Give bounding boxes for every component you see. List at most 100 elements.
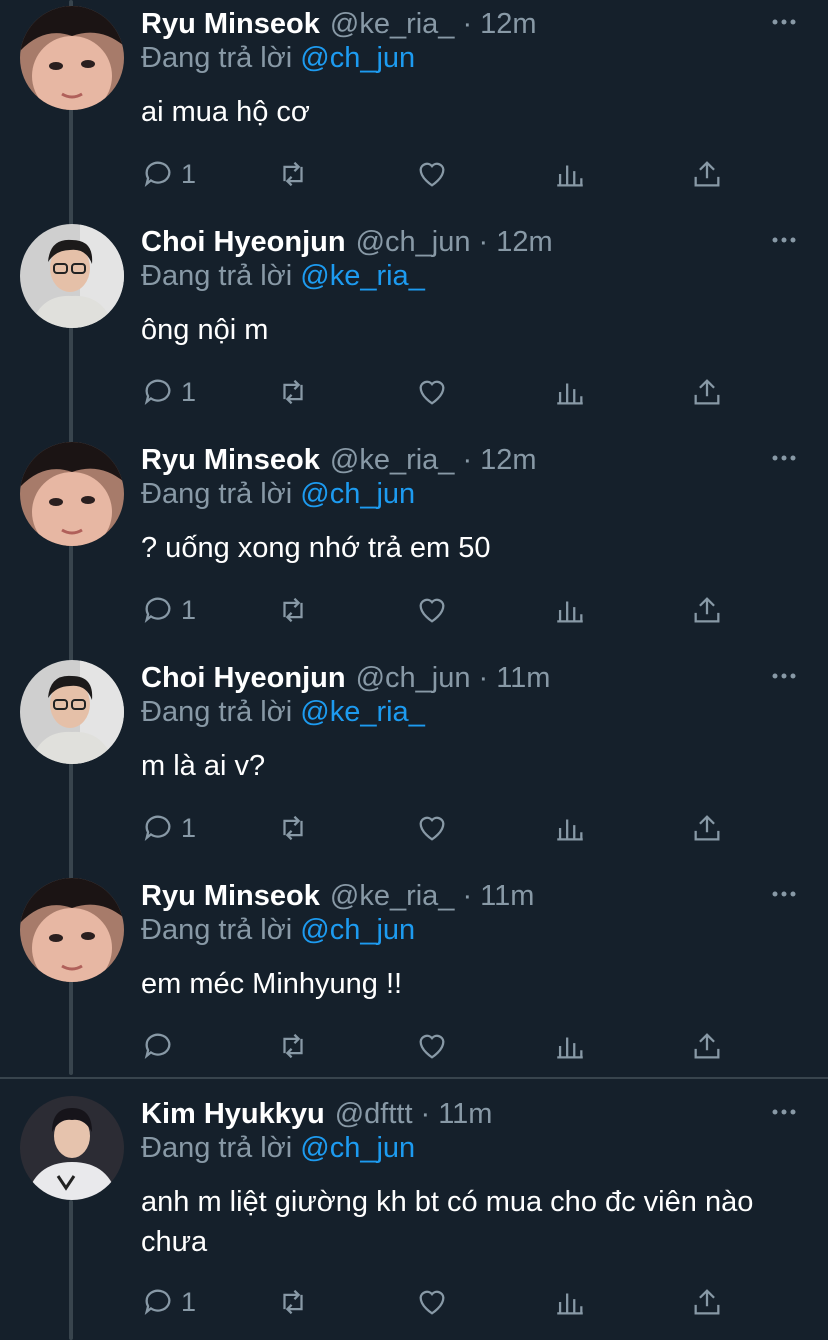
timestamp[interactable]: 12m [480, 8, 536, 41]
tweet[interactable]: Kim Hyukkyu @dfttt · 11m Đang trả lời @c… [0, 1090, 828, 1340]
display-name[interactable]: Ryu Minseok [141, 880, 320, 913]
reply-count: 1 [181, 1286, 197, 1317]
handle[interactable]: @ke_ria_ [330, 444, 455, 477]
like-button[interactable] [415, 590, 449, 630]
retweet-button[interactable] [276, 372, 310, 412]
avatar[interactable] [20, 224, 124, 328]
mention-link[interactable]: @ke_ria_ [300, 260, 425, 292]
like-button[interactable] [415, 808, 449, 848]
replying-to-label: Đang trả lời [141, 260, 293, 292]
handle[interactable]: @ke_ria_ [330, 880, 455, 913]
tweet[interactable]: Choi Hyeonjun @ch_jun · 12m Đang trả lời… [0, 218, 828, 428]
reply-count: 1 [181, 376, 197, 407]
share-button[interactable] [690, 590, 724, 630]
more-options-icon[interactable] [770, 444, 798, 472]
like-button[interactable] [415, 1026, 449, 1066]
display-name[interactable]: Choi Hyeonjun [141, 226, 346, 259]
tweet[interactable]: Ryu Minseok @ke_ria_ · 12m Đang trả lời … [0, 436, 828, 646]
retweet-button[interactable] [276, 154, 310, 194]
reply-button[interactable]: 1 [141, 1282, 196, 1322]
analytics-icon [557, 1293, 583, 1315]
display-name[interactable]: Choi Hyeonjun [141, 662, 346, 695]
tweet[interactable]: Ryu Minseok @ke_ria_ · 11m Đang trả lời … [0, 872, 828, 1082]
tweet-actions: 1 [141, 1282, 741, 1322]
retweet-icon [283, 161, 303, 187]
analytics-button[interactable] [553, 372, 587, 412]
tweet-actions: 1 [141, 372, 741, 412]
mention-link[interactable]: @ch_jun [300, 1132, 415, 1164]
timestamp[interactable]: 12m [480, 444, 536, 477]
reply-icon [144, 1033, 171, 1060]
like-button[interactable] [415, 154, 449, 194]
tweet-text: ông nội m [141, 314, 269, 346]
more-options-icon[interactable] [770, 880, 798, 908]
separator-dot: · [420, 1097, 431, 1130]
display-name[interactable]: Kim Hyukkyu [141, 1098, 325, 1131]
more-options-icon[interactable] [770, 1098, 798, 1126]
tweet-header: Ryu Minseok @ke_ria_ · 12m [141, 0, 537, 48]
timestamp[interactable]: 11m [496, 662, 550, 695]
share-icon [694, 1033, 720, 1059]
share-button[interactable] [690, 372, 724, 412]
reply-button[interactable] [141, 1026, 181, 1066]
tweet-actions: 1 [141, 154, 741, 194]
analytics-button[interactable] [553, 590, 587, 630]
tweet[interactable]: Choi Hyeonjun @ch_jun · 11m Đang trả lời… [0, 654, 828, 864]
handle[interactable]: @ke_ria_ [330, 8, 455, 41]
tweet-feed: Ryu Minseok @ke_ria_ · 12m Đang trả lời … [0, 0, 828, 1340]
tweet-actions: 1 [141, 808, 741, 848]
tweet-header: Ryu Minseok @ke_ria_ · 11m [141, 872, 534, 920]
display-name[interactable]: Ryu Minseok [141, 8, 320, 41]
analytics-button[interactable] [553, 1282, 587, 1322]
tweet-text: ai mua hộ cơ [141, 96, 310, 128]
mention-link[interactable]: @ch_jun [300, 914, 415, 946]
handle[interactable]: @ch_jun [356, 226, 471, 259]
share-button[interactable] [690, 808, 724, 848]
avatar[interactable] [20, 442, 124, 546]
retweet-icon [283, 1289, 303, 1315]
handle[interactable]: @ch_jun [356, 662, 471, 695]
avatar[interactable] [20, 6, 124, 110]
display-name[interactable]: Ryu Minseok [141, 444, 320, 477]
share-button[interactable] [690, 1282, 724, 1322]
avatar[interactable] [20, 660, 124, 764]
more-options-icon[interactable] [770, 8, 798, 36]
tweet[interactable]: Ryu Minseok @ke_ria_ · 12m Đang trả lời … [0, 0, 828, 210]
like-button[interactable] [415, 372, 449, 412]
avatar[interactable] [20, 1096, 124, 1200]
timestamp[interactable]: 11m [480, 880, 534, 913]
heart-icon [419, 598, 445, 623]
retweet-button[interactable] [276, 590, 310, 630]
reply-count: 1 [181, 812, 197, 843]
reply-button[interactable]: 1 [141, 372, 196, 412]
timestamp[interactable]: 11m [438, 1098, 492, 1131]
timestamp[interactable]: 12m [496, 226, 552, 259]
retweet-button[interactable] [276, 808, 310, 848]
analytics-button[interactable] [553, 154, 587, 194]
reply-button[interactable]: 1 [141, 154, 196, 194]
reply-button[interactable]: 1 [141, 808, 196, 848]
reply-icon [144, 379, 171, 406]
like-button[interactable] [415, 1282, 449, 1322]
share-button[interactable] [690, 1026, 724, 1066]
mention-link[interactable]: @ch_jun [300, 478, 415, 510]
reply-icon [144, 1289, 171, 1316]
mention-link[interactable]: @ke_ria_ [300, 696, 425, 728]
avatar[interactable] [20, 878, 124, 982]
analytics-button[interactable] [553, 808, 587, 848]
heart-icon [419, 1290, 445, 1315]
retweet-button[interactable] [276, 1282, 310, 1322]
handle[interactable]: @dfttt [335, 1098, 413, 1131]
retweet-icon [283, 597, 303, 623]
retweet-button[interactable] [276, 1026, 310, 1066]
analytics-icon [557, 819, 583, 841]
share-button[interactable] [690, 154, 724, 194]
share-icon [694, 161, 720, 187]
tweet-text: m là ai v? [141, 750, 266, 782]
reply-button[interactable]: 1 [141, 590, 196, 630]
more-options-icon[interactable] [770, 662, 798, 690]
more-options-icon[interactable] [770, 226, 798, 254]
mention-link[interactable]: @ch_jun [300, 42, 415, 74]
analytics-button[interactable] [553, 1026, 587, 1066]
tweet-text: ? uống xong nhớ trả em 50 [141, 532, 491, 564]
